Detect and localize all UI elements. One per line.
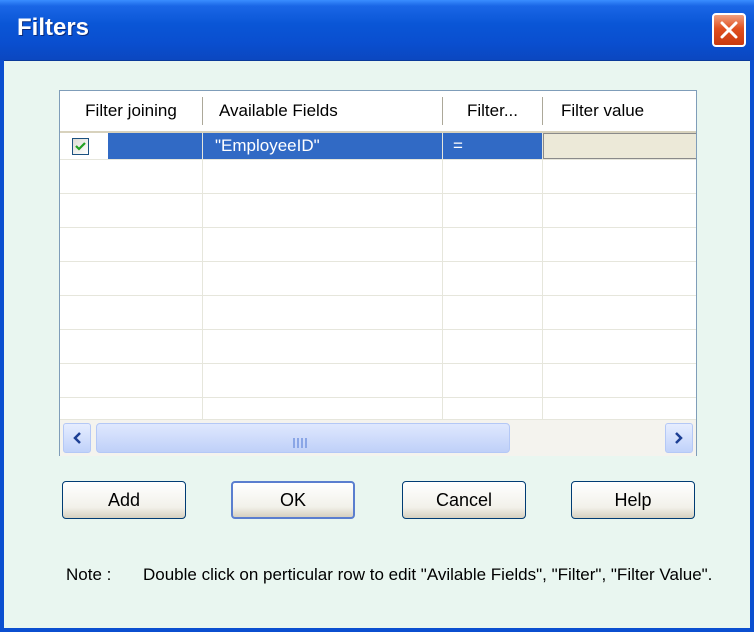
- available-field-value: "EmployeeID": [215, 136, 320, 155]
- column-gridline: [542, 133, 543, 419]
- title-bar[interactable]: Filters: [0, 0, 754, 61]
- grid-header: Filter joining Available Fields Filter..…: [60, 91, 696, 133]
- table-row[interactable]: [60, 228, 696, 262]
- available-field-cell[interactable]: "EmployeeID": [203, 133, 442, 159]
- grip-icon: [293, 433, 311, 448]
- column-gridline: [442, 133, 443, 419]
- checkmark-icon: [75, 142, 86, 151]
- filters-dialog: Filters Filter joining Available Fields …: [0, 0, 754, 632]
- column-header-available-fields[interactable]: Available Fields: [203, 91, 442, 131]
- filter-operator-cell[interactable]: =: [443, 133, 542, 159]
- filters-grid[interactable]: Filter joining Available Fields Filter..…: [59, 90, 697, 456]
- scrollbar-thumb[interactable]: [96, 423, 510, 453]
- window-title: Filters: [17, 14, 90, 41]
- scroll-right-button[interactable]: [665, 423, 693, 453]
- column-header-filter[interactable]: Filter...: [443, 91, 542, 131]
- add-button[interactable]: Add: [62, 481, 186, 519]
- note-text: Double click on perticular row to edit "…: [143, 565, 713, 584]
- arrow-right-icon: [675, 432, 683, 444]
- arrow-left-icon: [73, 432, 81, 444]
- filter-operator-value: =: [453, 136, 463, 155]
- table-row[interactable]: "EmployeeID" =: [60, 133, 696, 160]
- filter-value-input[interactable]: [543, 133, 696, 159]
- filter-joining-cell[interactable]: [108, 133, 203, 159]
- table-row[interactable]: [60, 330, 696, 364]
- window-frame-bottom: [0, 628, 754, 632]
- table-row[interactable]: [60, 398, 696, 419]
- window-frame-left: [0, 60, 4, 632]
- table-row[interactable]: [60, 194, 696, 228]
- help-button[interactable]: Help: [571, 481, 695, 519]
- table-row[interactable]: [60, 296, 696, 330]
- close-button[interactable]: [712, 13, 746, 47]
- horizontal-scrollbar[interactable]: [60, 419, 696, 456]
- column-header-filter-joining[interactable]: Filter joining: [60, 91, 202, 131]
- cancel-button[interactable]: Cancel: [402, 481, 526, 519]
- note-label: Note :: [66, 565, 112, 584]
- column-gridline: [202, 133, 203, 419]
- close-icon: [720, 21, 738, 39]
- table-row[interactable]: [60, 364, 696, 398]
- table-row[interactable]: [60, 160, 696, 194]
- scroll-left-button[interactable]: [63, 423, 91, 453]
- window-frame-right: [750, 60, 754, 632]
- filter-joining-checkbox[interactable]: [72, 138, 89, 155]
- ok-button[interactable]: OK: [231, 481, 355, 519]
- column-header-filter-value[interactable]: Filter value: [543, 91, 696, 131]
- table-row[interactable]: [60, 262, 696, 296]
